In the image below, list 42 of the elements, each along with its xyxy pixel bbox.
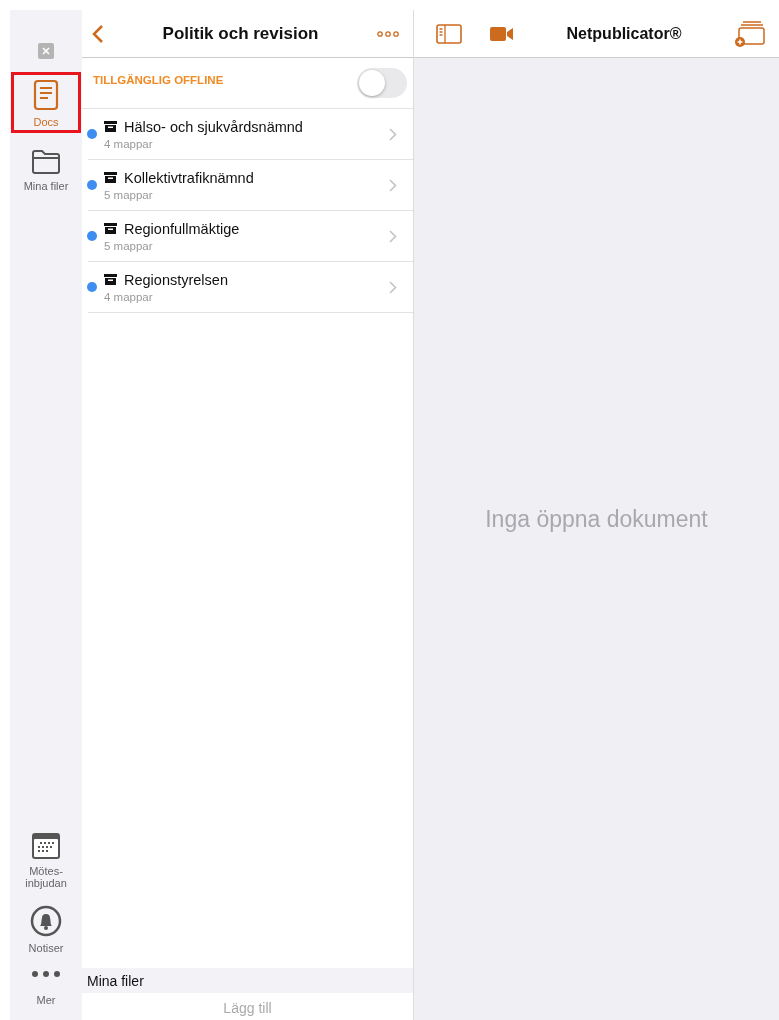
folder-row[interactable]: Regionstyrelsen 4 mappar (87, 262, 413, 313)
folder-row[interactable]: Hälso- och sjukvårdsnämnd 4 mappar (87, 109, 413, 160)
chevron-icon (389, 280, 397, 294)
archive-icon (104, 172, 117, 183)
folder-count: 4 mappar (104, 290, 154, 303)
folder-count: 4 mappar (104, 137, 154, 150)
offline-label: TILLGÄNGLIG OFFLINE (93, 74, 225, 86)
archive-icon (104, 223, 117, 234)
bell-icon (30, 905, 62, 937)
close-icon[interactable] (38, 43, 54, 59)
folder-name: Regionstyrelsen (124, 271, 228, 288)
panel-title: Politik och revision (161, 23, 320, 44)
new-window-icon[interactable] (735, 19, 765, 48)
more-icon (31, 970, 61, 978)
sidebar-item[interactable]: Docs (11, 72, 81, 133)
sidebar-item[interactable]: Mina filer (11, 141, 81, 196)
folder-icon (31, 149, 61, 175)
chevron-icon (389, 229, 397, 243)
sidebar-toggle-icon[interactable] (436, 23, 462, 44)
app-title: Netpublicator® (565, 24, 683, 43)
folder-count: 5 mappar (104, 239, 154, 252)
video-camera-icon[interactable] (490, 26, 513, 41)
folder-count: 5 mappar (104, 188, 154, 201)
chevron-icon (389, 178, 397, 192)
folder-name: Regionfullmäktige (124, 220, 240, 237)
empty-state-message: Inga öppna dokument (485, 505, 708, 533)
document-icon (33, 79, 59, 111)
calendar-icon (31, 832, 61, 860)
archive-icon (104, 274, 117, 285)
folder-row[interactable]: Regionfullmäktige 5 mappar (87, 211, 413, 262)
back-icon[interactable] (92, 23, 104, 44)
folder-name: Hälso- och sjukvårdsnämnd (124, 118, 303, 135)
more-icon[interactable] (377, 30, 399, 37)
chevron-icon (389, 127, 397, 141)
offline-toggle[interactable] (357, 68, 407, 98)
sidebar-item[interactable]: Mer (11, 962, 81, 1020)
folder-name: Kollektivtrafiknämnd (124, 169, 254, 186)
sidebar-item[interactable]: Notiser (11, 897, 81, 958)
folder-row[interactable]: Kollektivtrafiknämnd 5 mappar (87, 160, 413, 211)
archive-icon (104, 121, 117, 132)
section-header: Mina filer (87, 972, 144, 989)
sidebar-item[interactable]: Mötes- inbjudan (11, 824, 81, 893)
